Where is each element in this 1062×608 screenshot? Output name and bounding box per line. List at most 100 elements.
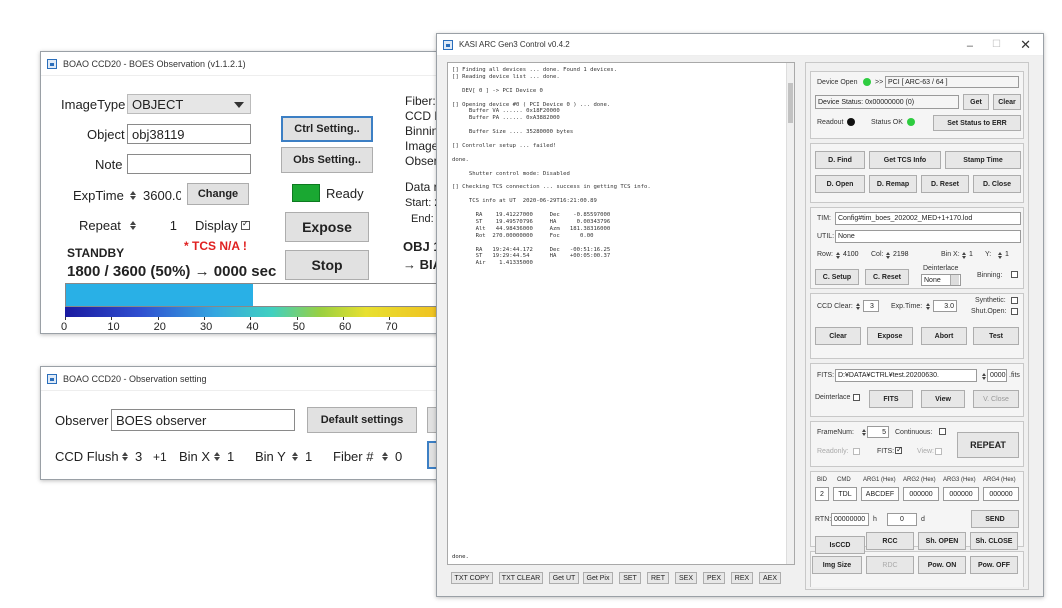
bin-x-input[interactable]: 1: [967, 248, 981, 261]
ret-button[interactable]: RET: [647, 572, 669, 584]
deinterlace-fits-checkbox[interactable]: [853, 394, 860, 401]
display-checkbox[interactable]: [241, 219, 250, 230]
binning-checkbox[interactable]: [1011, 271, 1018, 278]
pow-on-button[interactable]: Pow. ON: [918, 556, 966, 574]
sh-open-button[interactable]: Sh. OPEN: [918, 532, 966, 550]
fits-button[interactable]: FITS: [869, 390, 913, 408]
arg4-input[interactable]: 000000: [983, 487, 1019, 501]
bid-input[interactable]: 2: [815, 487, 829, 501]
set-status-err-button[interactable]: Set Status to ERR: [933, 115, 1021, 131]
exptime-stepper[interactable]: [129, 186, 136, 204]
txt-copy-button[interactable]: TXT COPY: [451, 572, 493, 584]
send-button[interactable]: SEND: [971, 510, 1019, 528]
aex-button[interactable]: AEX: [759, 572, 781, 584]
repeat-input[interactable]: 1: [139, 215, 181, 235]
fiber-input[interactable]: 0: [391, 446, 413, 466]
rex-button[interactable]: REX: [731, 572, 753, 584]
frame-num-stepper[interactable]: [861, 426, 866, 438]
rcc-button[interactable]: RCC: [866, 532, 914, 550]
sex-button[interactable]: SEX: [675, 572, 697, 584]
row-input[interactable]: 4100: [841, 248, 865, 261]
expose-button[interactable]: Expose: [285, 212, 369, 242]
change-button[interactable]: Change: [187, 183, 249, 205]
arg3-input[interactable]: 000000: [943, 487, 979, 501]
fits-checkbox[interactable]: [895, 445, 903, 454]
row-stepper[interactable]: [835, 249, 840, 261]
fiber-stepper[interactable]: [381, 447, 388, 465]
sh-close-button[interactable]: Sh. CLOSE: [970, 532, 1018, 550]
view-checkbox[interactable]: [935, 448, 942, 455]
fits-num-stepper[interactable]: [981, 370, 986, 382]
arg1-input[interactable]: ABCDEF: [861, 487, 899, 501]
txt-clear-button[interactable]: TXT CLEAR: [499, 572, 543, 584]
img-size-button[interactable]: Img Size: [812, 556, 862, 574]
bin-x-input[interactable]: 1: [223, 446, 245, 466]
rdc-button[interactable]: RDC: [866, 556, 914, 574]
fits-num-input[interactable]: 0000: [987, 369, 1007, 382]
view-button[interactable]: View: [921, 390, 965, 408]
set-button[interactable]: SET: [619, 572, 641, 584]
exp-time-input[interactable]: 3.0: [933, 300, 957, 312]
bin-y-input[interactable]: 1: [301, 446, 323, 466]
ccd-flush-stepper[interactable]: [121, 447, 128, 465]
default-settings-button[interactable]: Default settings: [307, 407, 417, 433]
tim-input[interactable]: Config#tim_boes_202002_MED+1+170.lod: [835, 212, 1021, 225]
repeat-stepper[interactable]: [129, 216, 136, 234]
note-input[interactable]: [127, 154, 251, 174]
test-button[interactable]: Test: [973, 327, 1019, 345]
object-input[interactable]: obj38119: [127, 124, 251, 144]
get-status-button[interactable]: Get: [963, 94, 989, 110]
col-stepper[interactable]: [885, 249, 890, 261]
abort-button[interactable]: Abort: [921, 327, 967, 345]
cmd-input[interactable]: TDL: [833, 487, 857, 501]
c-setup-button[interactable]: C. Setup: [815, 269, 859, 285]
ccd-flush-input[interactable]: 3: [131, 446, 153, 466]
deinterlace-select[interactable]: None: [921, 274, 961, 286]
scrollbar-thumb[interactable]: [788, 83, 793, 123]
col-input[interactable]: 2198: [891, 248, 917, 261]
d-find-button[interactable]: D. Find: [815, 151, 865, 169]
pci-device-field[interactable]: PCI [ ARC-63 / 64 ]: [885, 76, 1019, 88]
clear-button[interactable]: Clear: [815, 327, 861, 345]
exptime-input[interactable]: 3600.0: [139, 185, 181, 205]
observer-input[interactable]: BOES observer: [111, 409, 295, 431]
title-bar[interactable]: BOAO CCD20 - BOES Observation (v1.1.2.1): [41, 52, 439, 76]
log-textarea[interactable]: [] Finding all devices ... done. Found 1…: [447, 62, 795, 565]
exp-time-stepper[interactable]: [925, 300, 930, 312]
d-remap-button[interactable]: D. Remap: [869, 175, 917, 193]
shut-open-checkbox[interactable]: [1011, 308, 1018, 315]
readonly-checkbox[interactable]: [853, 448, 860, 455]
stamp-time-button[interactable]: Stamp Time: [945, 151, 1021, 169]
expose-button[interactable]: Expose: [867, 327, 913, 345]
log-scrollbar[interactable]: [786, 63, 794, 564]
get-pix-button[interactable]: Get Pix: [583, 572, 613, 584]
bin-y-stepper[interactable]: [997, 249, 1002, 261]
stop-button[interactable]: Stop: [285, 250, 369, 280]
bin-x-stepper[interactable]: [213, 447, 220, 465]
v-close-button[interactable]: V. Close: [973, 390, 1019, 408]
image-type-select[interactable]: OBJECT: [127, 94, 251, 114]
frame-num-input[interactable]: 5: [867, 426, 889, 438]
repeat-button[interactable]: REPEAT: [957, 432, 1019, 458]
pow-off-button[interactable]: Pow. OFF: [970, 556, 1018, 574]
get-ut-button[interactable]: Get UT: [549, 572, 579, 584]
clear-status-button[interactable]: Clear: [993, 94, 1021, 110]
d-open-button[interactable]: D. Open: [815, 175, 865, 193]
bin-y-stepper[interactable]: [291, 447, 298, 465]
get-tcs-info-button[interactable]: Get TCS Info: [869, 151, 941, 169]
close-icon[interactable]: ✕: [1020, 37, 1031, 53]
synthetic-checkbox[interactable]: [1011, 297, 1018, 304]
d-close-button[interactable]: D. Close: [973, 175, 1021, 193]
bin-y-input[interactable]: 1: [1003, 248, 1017, 261]
minimize-icon[interactable]: –: [967, 40, 973, 52]
maximize-icon[interactable]: ☐: [992, 39, 1001, 50]
pex-button[interactable]: PEX: [703, 572, 725, 584]
title-bar[interactable]: KASI ARC Gen3 Control v0.4.2 – ☐ ✕: [437, 34, 1043, 56]
ctrl-setting-button[interactable]: Ctrl Setting..: [281, 116, 373, 142]
ccd-clear-input[interactable]: 3: [863, 300, 879, 312]
title-bar[interactable]: BOAO CCD20 - Observation setting: [41, 367, 439, 391]
fits-path-input[interactable]: D:¥DATA¥CTRL¥test.20200630.: [835, 369, 977, 382]
continuous-checkbox[interactable]: [939, 428, 946, 435]
d-reset-button[interactable]: D. Reset: [921, 175, 969, 193]
obs-setting-button[interactable]: Obs Setting..: [281, 147, 373, 173]
